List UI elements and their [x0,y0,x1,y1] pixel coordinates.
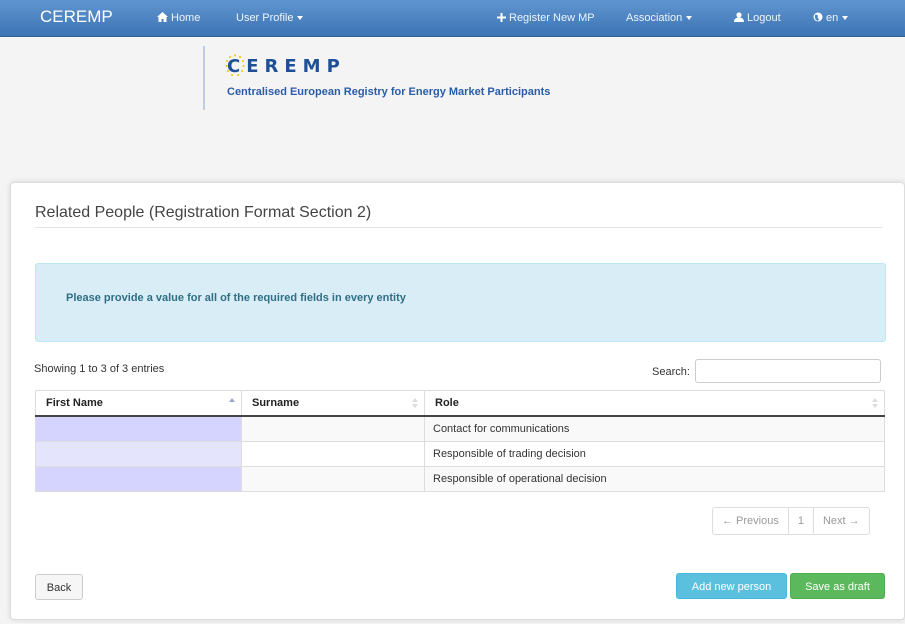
next-page-button[interactable]: Next → [812,508,869,534]
table-info: Showing 1 to 3 of 3 entries [34,363,165,375]
nav-logout-label: Logout [747,12,781,24]
pagination: ← Previous 1 Next → [712,507,870,535]
header-label: Surname [252,397,300,409]
sort-icon [872,398,878,408]
table-row[interactable]: Contact for communications [35,415,885,442]
page-1-button[interactable]: 1 [787,508,813,534]
header-label: Role [435,397,459,409]
alert-message: Please provide a value for all of the re… [66,292,406,304]
table-row[interactable]: Responsible of trading decision [35,441,885,467]
first-name-cell[interactable] [35,415,242,442]
top-navbar: CEREMP Home User Profile Register New MP… [0,0,905,37]
back-button[interactable]: Back [35,574,83,600]
plus-icon [497,13,506,22]
nav-home-label: Home [171,12,201,24]
user-icon [734,12,744,22]
role-cell: Responsible of trading decision [424,441,885,467]
nav-user-profile[interactable]: User Profile [236,12,304,24]
column-header-surname[interactable]: Surname [241,390,425,417]
column-header-first-name[interactable]: First Name [35,390,242,417]
table-header-row: First Name Surname Role [35,390,885,417]
home-icon [157,12,168,22]
validation-alert: Please provide a value for all of the re… [35,263,886,342]
nav-register-new-mp[interactable]: Register New MP [497,12,595,24]
table-row[interactable]: Responsible of operational decision [35,466,885,492]
nav-user-profile-label: User Profile [236,12,294,24]
nav-association-label: Association [626,12,683,24]
logo-divider [203,46,205,110]
column-header-role[interactable]: Role [424,390,885,417]
people-table: First Name Surname Role Contact for comm… [35,390,885,492]
caret-down-icon [842,16,849,21]
save-as-draft-button[interactable]: Save as draft [790,573,885,599]
logo-subtitle: Centralised European Registry for Energy… [227,86,551,98]
previous-page-button[interactable]: ← Previous [713,508,788,534]
logo-wordmark: CEREMP [227,56,346,77]
globe-icon [813,12,823,22]
surname-cell[interactable] [241,441,425,467]
brand-link[interactable]: CEREMP [40,7,113,27]
nav-association[interactable]: Association [626,12,693,24]
nav-home[interactable]: Home [157,12,200,24]
add-new-person-button[interactable]: Add new person [676,573,787,599]
page-title: Related People (Registration Format Sect… [35,204,372,221]
caret-down-icon [297,16,304,21]
related-people-panel: Related People (Registration Format Sect… [10,182,905,620]
header-label: First Name [46,397,103,409]
sort-icon [412,398,418,408]
nav-register-label: Register New MP [509,12,595,24]
role-cell: Contact for communications [424,415,885,442]
caret-down-icon [686,16,693,21]
sort-asc-icon [229,398,235,408]
surname-cell[interactable] [241,415,425,442]
surname-cell[interactable] [241,466,425,492]
first-name-cell[interactable] [35,466,242,492]
search-label: Search: [652,366,690,378]
title-divider [35,227,883,228]
nav-language-label: en [826,12,839,24]
first-name-cell[interactable] [35,441,242,467]
nav-language[interactable]: en [813,12,849,24]
search-input[interactable] [695,359,881,383]
nav-logout[interactable]: Logout [734,12,781,24]
role-cell: Responsible of operational decision [424,466,885,492]
